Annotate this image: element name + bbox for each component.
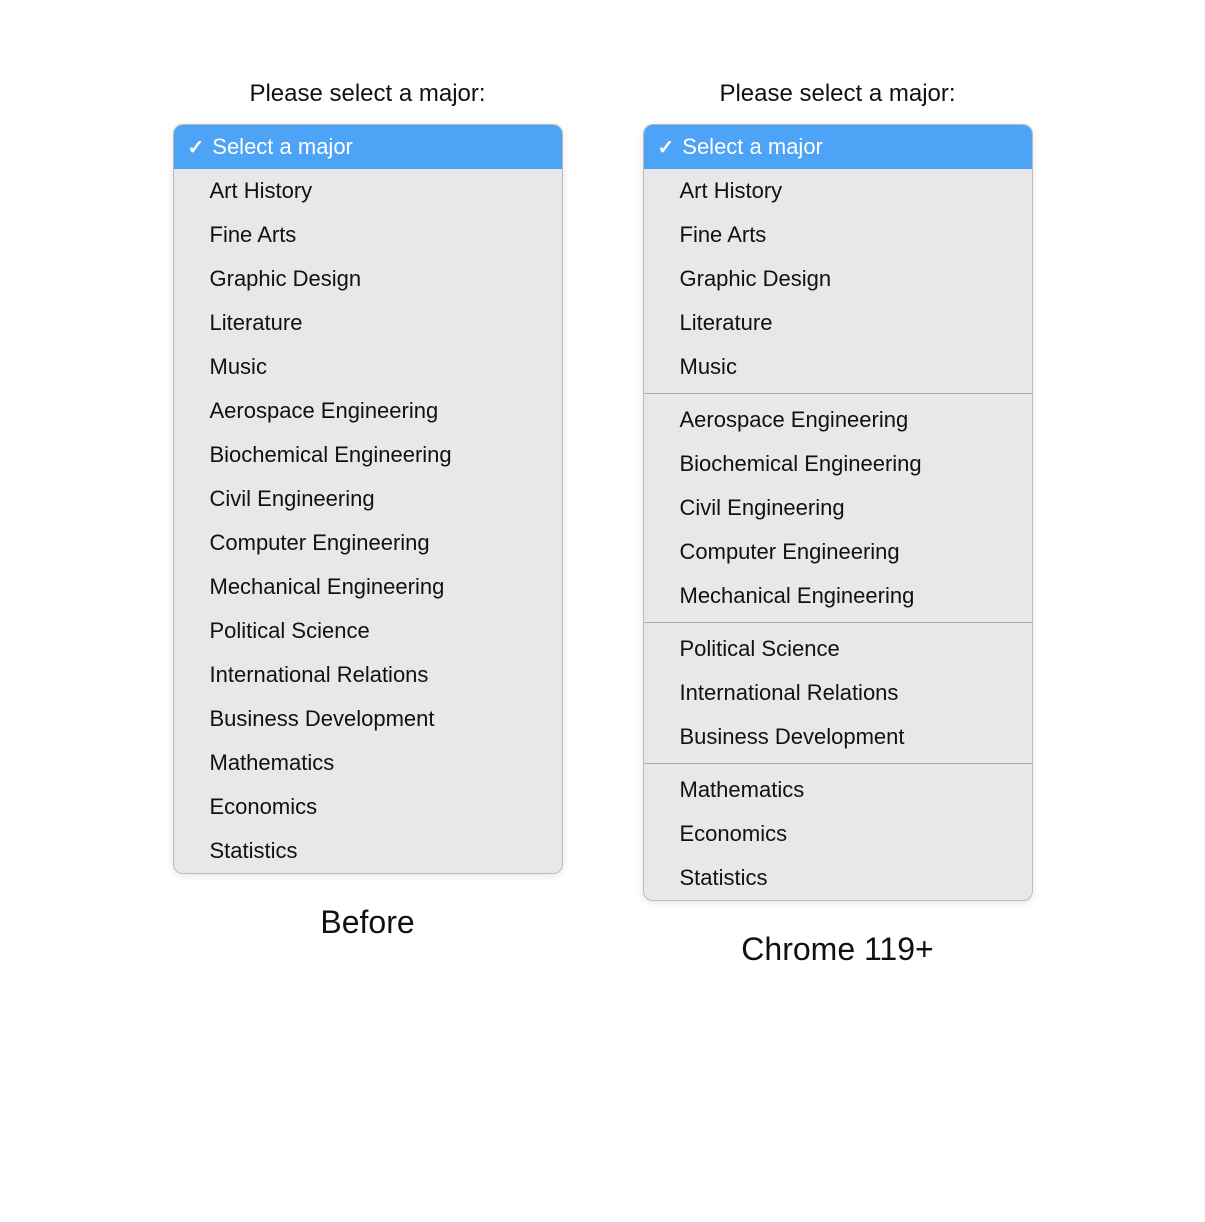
group-divider-group-social <box>644 763 1032 764</box>
option-label-after-mathematics: Mathematics <box>680 777 805 802</box>
option-label-fine-arts: Fine Arts <box>210 222 297 247</box>
option-label-mathematics: Mathematics <box>210 750 335 775</box>
option-label-international-relations: International Relations <box>210 662 429 687</box>
option-label-after-graphic-design: Graphic Design <box>680 266 832 291</box>
option-after-select-a-major[interactable]: ✓ Select a major <box>644 125 1032 169</box>
option-label-after-computer-engineering: Computer Engineering <box>680 539 900 564</box>
option-after-biochemical-engineering[interactable]: Biochemical Engineering <box>644 442 1032 486</box>
option-after-business-development[interactable]: Business Development <box>644 715 1032 759</box>
option-label-business-development: Business Development <box>210 706 435 731</box>
option-after-statistics[interactable]: Statistics <box>644 856 1032 900</box>
checkmark-icon: ✓ <box>188 135 205 160</box>
option-label-after-international-relations: International Relations <box>680 680 899 705</box>
option-label-after-statistics: Statistics <box>680 865 768 890</box>
before-label: Please select a major: <box>249 80 485 108</box>
option-label-after-civil-engineering: Civil Engineering <box>680 495 845 520</box>
option-political-science[interactable]: Political Science <box>174 609 562 653</box>
after-label: Please select a major: <box>719 80 955 108</box>
option-after-graphic-design[interactable]: Graphic Design <box>644 257 1032 301</box>
option-after-international-relations[interactable]: International Relations <box>644 671 1032 715</box>
option-after-civil-engineering[interactable]: Civil Engineering <box>644 486 1032 530</box>
option-economics[interactable]: Economics <box>174 785 562 829</box>
option-label-graphic-design: Graphic Design <box>210 266 362 291</box>
option-mathematics[interactable]: Mathematics <box>174 741 562 785</box>
option-after-art-history[interactable]: Art History <box>644 169 1032 213</box>
option-graphic-design[interactable]: Graphic Design <box>174 257 562 301</box>
option-label-statistics: Statistics <box>210 838 298 863</box>
option-label-after-literature: Literature <box>680 310 773 335</box>
option-computer-engineering[interactable]: Computer Engineering <box>174 521 562 565</box>
before-caption: Before <box>320 904 414 941</box>
option-music[interactable]: Music <box>174 345 562 389</box>
option-label-economics: Economics <box>210 794 318 819</box>
option-after-fine-arts[interactable]: Fine Arts <box>644 213 1032 257</box>
option-after-aerospace-engineering[interactable]: Aerospace Engineering <box>644 398 1032 442</box>
option-label-after-select-a-major: Select a major <box>682 134 823 160</box>
after-caption: Chrome 119+ <box>741 931 933 968</box>
after-listbox[interactable]: ✓ Select a major Art History Fine Arts Graph… <box>643 124 1033 901</box>
option-after-computer-engineering[interactable]: Computer Engineering <box>644 530 1032 574</box>
option-literature[interactable]: Literature <box>174 301 562 345</box>
option-civil-engineering[interactable]: Civil Engineering <box>174 477 562 521</box>
option-label-after-aerospace-engineering: Aerospace Engineering <box>680 407 909 432</box>
option-aerospace-engineering[interactable]: Aerospace Engineering <box>174 389 562 433</box>
option-label-aerospace-engineering: Aerospace Engineering <box>210 398 439 423</box>
option-select-a-major[interactable]: ✓ Select a major <box>174 125 562 169</box>
option-label-literature: Literature <box>210 310 303 335</box>
option-label-select-a-major: Select a major <box>212 134 353 160</box>
before-listbox[interactable]: ✓ Select a major Art History Fine Arts Graph… <box>173 124 563 874</box>
option-label-civil-engineering: Civil Engineering <box>210 486 375 511</box>
option-label-political-science: Political Science <box>210 618 370 643</box>
option-label-after-art-history: Art History <box>680 178 783 203</box>
option-label-mechanical-engineering: Mechanical Engineering <box>210 574 445 599</box>
option-after-mathematics[interactable]: Mathematics <box>644 768 1032 812</box>
option-after-music[interactable]: Music <box>644 345 1032 389</box>
option-statistics[interactable]: Statistics <box>174 829 562 873</box>
option-mechanical-engineering[interactable]: Mechanical Engineering <box>174 565 562 609</box>
option-label-music: Music <box>210 354 267 379</box>
option-label-after-music: Music <box>680 354 737 379</box>
option-art-history[interactable]: Art History <box>174 169 562 213</box>
option-label-after-biochemical-engineering: Biochemical Engineering <box>680 451 922 476</box>
option-label-after-mechanical-engineering: Mechanical Engineering <box>680 583 915 608</box>
option-after-political-science[interactable]: Political Science <box>644 627 1032 671</box>
option-biochemical-engineering[interactable]: Biochemical Engineering <box>174 433 562 477</box>
option-label-art-history: Art History <box>210 178 313 203</box>
option-label-after-business-development: Business Development <box>680 724 905 749</box>
before-column: Please select a major: ✓ Select a major Ar… <box>173 80 563 941</box>
option-after-mechanical-engineering[interactable]: Mechanical Engineering <box>644 574 1032 618</box>
group-divider-group-engineering <box>644 622 1032 623</box>
option-label-biochemical-engineering: Biochemical Engineering <box>210 442 452 467</box>
option-business-development[interactable]: Business Development <box>174 697 562 741</box>
option-label-after-economics: Economics <box>680 821 788 846</box>
option-fine-arts[interactable]: Fine Arts <box>174 213 562 257</box>
option-label-computer-engineering: Computer Engineering <box>210 530 430 555</box>
option-label-after-fine-arts: Fine Arts <box>680 222 767 247</box>
checkmark-icon-after: ✓ <box>658 135 675 160</box>
page-wrapper: Please select a major: ✓ Select a major Ar… <box>0 40 1205 1008</box>
after-column: Please select a major: ✓ Select a major Ar… <box>643 80 1033 968</box>
option-after-literature[interactable]: Literature <box>644 301 1032 345</box>
option-after-economics[interactable]: Economics <box>644 812 1032 856</box>
option-international-relations[interactable]: International Relations <box>174 653 562 697</box>
group-divider-group-arts <box>644 393 1032 394</box>
option-label-after-political-science: Political Science <box>680 636 840 661</box>
